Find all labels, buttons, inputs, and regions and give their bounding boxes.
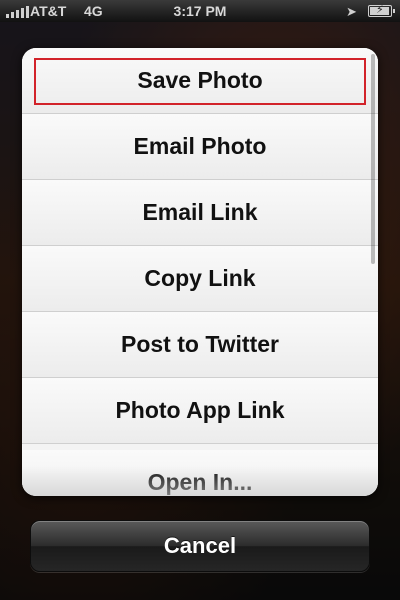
photo-app-link-button[interactable]: Photo App Link — [22, 378, 378, 444]
post-to-twitter-button[interactable]: Post to Twitter — [22, 312, 378, 378]
location-arrow-icon: ➤ — [346, 4, 357, 19]
save-photo-button[interactable]: Save Photo — [22, 48, 378, 114]
email-photo-button[interactable]: Email Photo — [22, 114, 378, 180]
status-bar: AT&T 4G 3:17 PM ➤ ⚡ — [0, 0, 400, 22]
battery-charging-icon: ⚡ — [368, 4, 395, 17]
action-sheet: Save Photo Email Photo Email Link Copy L… — [22, 48, 378, 496]
sheet-scrollbar[interactable] — [371, 54, 375, 264]
email-link-button[interactable]: Email Link — [22, 180, 378, 246]
cancel-button[interactable]: Cancel — [30, 520, 370, 572]
status-time: 3:17 PM — [173, 3, 227, 19]
open-in-button[interactable]: Open In... — [22, 450, 378, 496]
copy-link-button[interactable]: Copy Link — [22, 246, 378, 312]
